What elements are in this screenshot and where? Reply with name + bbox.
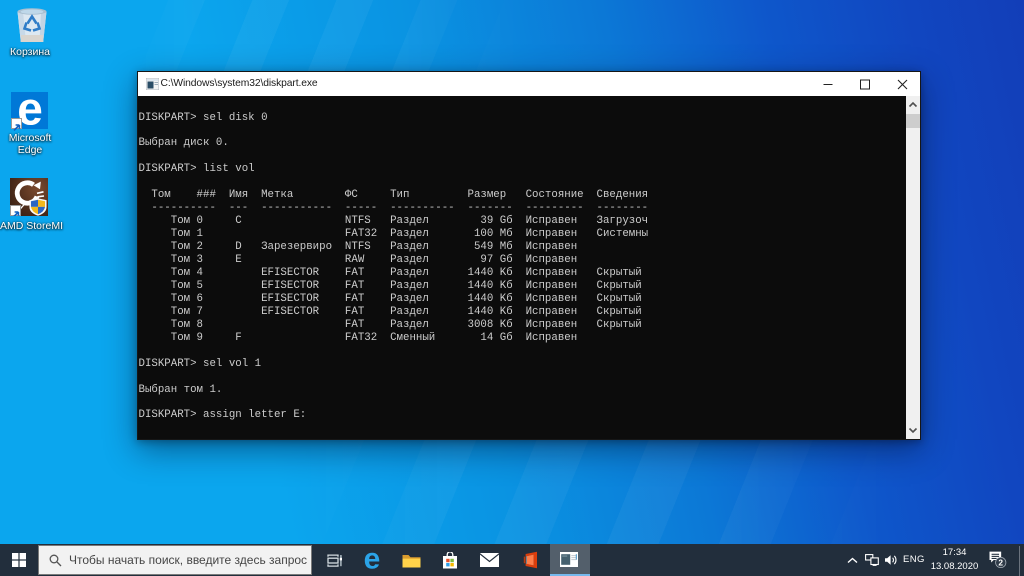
svg-text:2: 2 [998,558,1003,568]
svg-text:e: e [364,544,381,576]
